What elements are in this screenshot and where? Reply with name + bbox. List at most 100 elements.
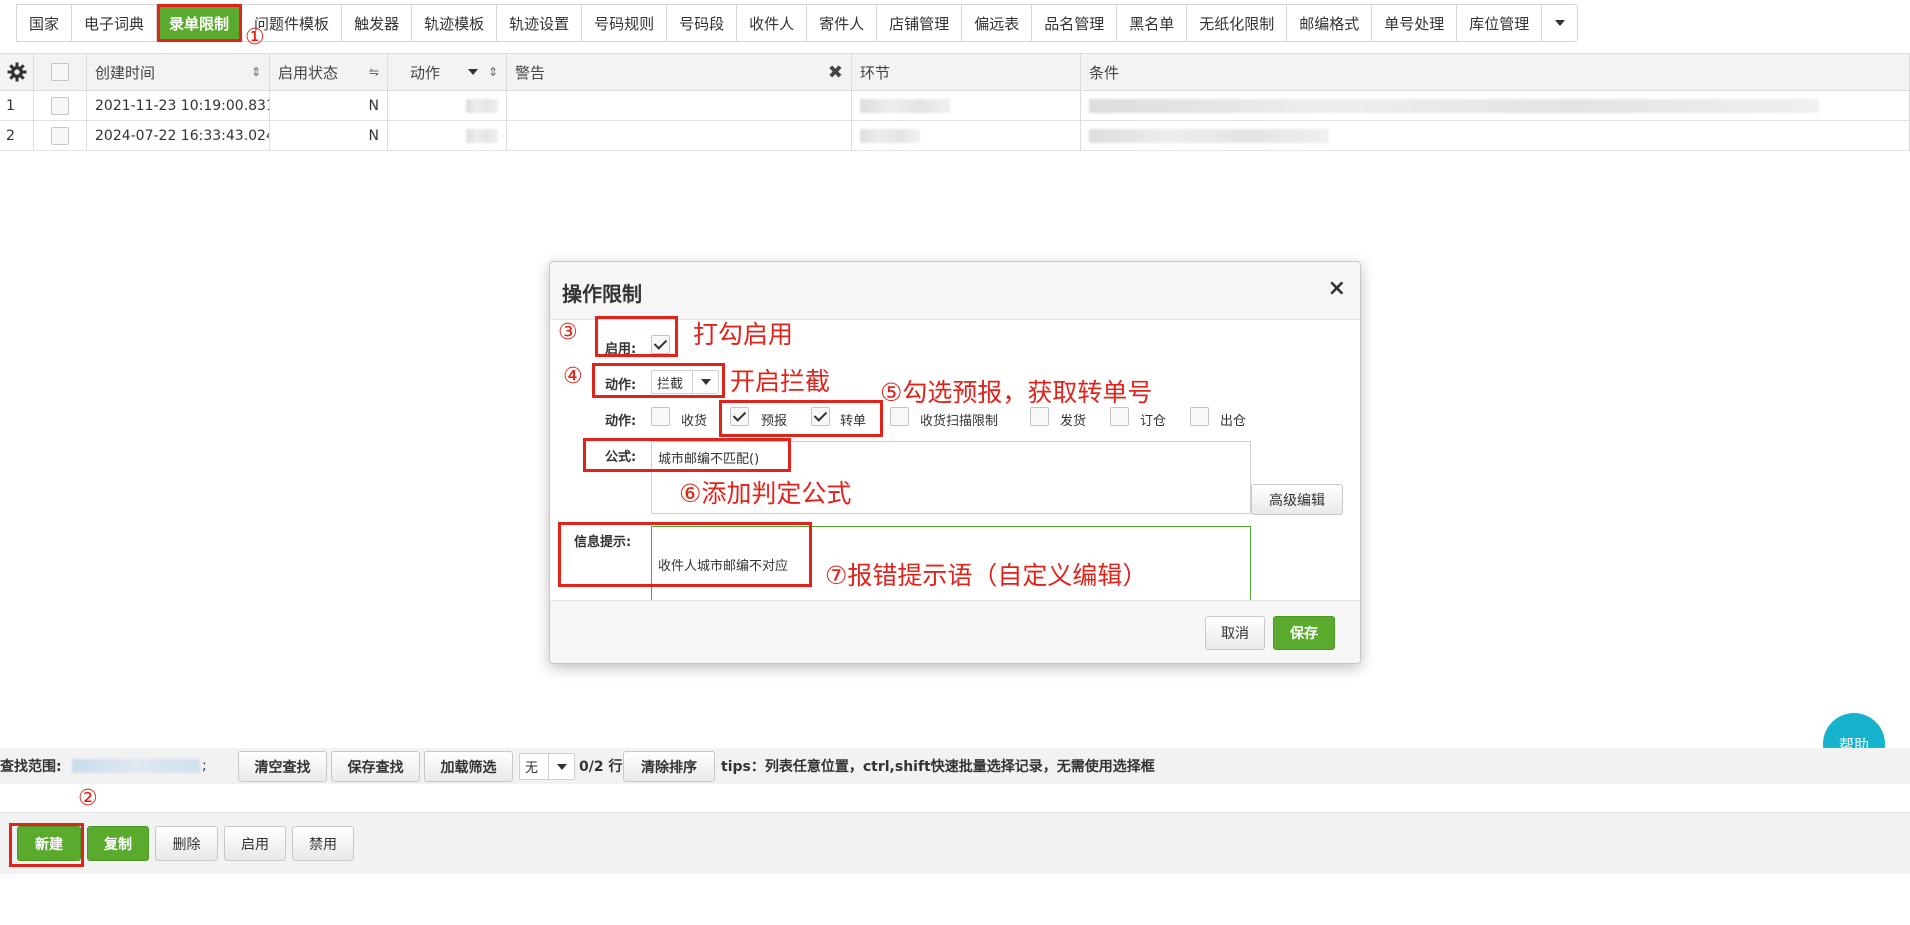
col-label: 动作 — [410, 63, 441, 82]
tab-number-rules[interactable]: 号码规则 — [582, 4, 668, 42]
cell-condition — [1081, 91, 1910, 120]
select-all-cell — [34, 54, 87, 90]
col-action[interactable]: 动作 ⇕ — [388, 54, 507, 90]
cell-condition — [1081, 121, 1910, 150]
transfer-checkbox[interactable] — [811, 407, 830, 426]
sort-icon[interactable]: ⇕ — [251, 65, 261, 79]
cell-stage — [852, 91, 1081, 120]
annotation-note-3: 打勾启用 — [693, 320, 794, 349]
save-search-button[interactable]: 保存查找 — [331, 751, 420, 782]
action-select[interactable]: 拦截 — [651, 370, 719, 394]
tab-store-management[interactable]: 店铺管理 — [877, 4, 963, 42]
table-row[interactable]: 2 2024-07-22 16:33:43.024 N — [0, 121, 1910, 151]
row-checkbox[interactable] — [51, 126, 69, 145]
new-button[interactable]: 新建 — [17, 826, 81, 861]
action-bar: 新建 复制 删除 启用 禁用 — [0, 812, 1910, 874]
col-stage[interactable]: 环节 — [852, 54, 1081, 90]
cell-warning — [507, 91, 852, 120]
dialog-footer: 取消 保存 — [550, 600, 1360, 663]
tab-remote-table[interactable]: 偏远表 — [962, 4, 1033, 42]
col-enabled-status[interactable]: 启用状态 ⇋ — [270, 54, 388, 90]
tab-entry-restriction[interactable]: 录单限制 — [157, 4, 243, 42]
redacted-text — [72, 759, 200, 773]
tab-product-name[interactable]: 品名管理 — [1032, 4, 1118, 42]
row-select-cell — [34, 121, 87, 150]
dropdown-arrow[interactable] — [692, 371, 718, 393]
cell-action — [388, 121, 507, 150]
redacted-text — [860, 128, 920, 143]
annotation-note-6: ⑥添加判定公式 — [679, 479, 852, 508]
chevron-down-icon — [556, 763, 567, 770]
col-warning[interactable]: 警告 ✖ — [507, 54, 852, 90]
table-row[interactable]: 1 2021-11-23 10:19:00.831 N — [0, 91, 1910, 121]
tab-recipient[interactable]: 收件人 — [737, 4, 808, 42]
cell-created-time: 2024-07-22 16:33:43.024 — [87, 121, 270, 150]
clear-sort-button[interactable]: 清除排序 — [623, 751, 715, 782]
action-label: 动作: — [605, 378, 637, 393]
tab-sender[interactable]: 寄件人 — [807, 4, 878, 42]
receive-scan-restrict-option-label: 收货扫描限制 — [920, 414, 999, 429]
row-checkbox[interactable] — [51, 96, 69, 115]
save-button[interactable]: 保存 — [1273, 616, 1335, 650]
advanced-edit-button[interactable]: 高级编辑 — [1251, 484, 1343, 515]
disable-button[interactable]: 禁用 — [292, 826, 354, 861]
col-created-time[interactable]: 创建时间 ⇕ — [87, 54, 270, 90]
tab-blacklist[interactable]: 黑名单 — [1117, 4, 1188, 42]
outbound-option-label: 出仓 — [1220, 414, 1247, 429]
close-icon[interactable]: × — [1328, 276, 1346, 301]
enable-checkbox[interactable] — [651, 335, 670, 354]
filter-select-value: 无 — [525, 761, 539, 776]
annotation-step-1: ① — [245, 25, 265, 50]
tab-postcode-format[interactable]: 邮编格式 — [1287, 4, 1373, 42]
more-tabs-button[interactable] — [1542, 4, 1579, 42]
tab-paperless-restriction[interactable]: 无纸化限制 — [1187, 4, 1288, 42]
dialog-header: 操作限制 × — [550, 262, 1360, 320]
search-scope-label: 查找范围: — [0, 759, 62, 775]
enable-button[interactable]: 启用 — [224, 826, 286, 861]
load-filter-button[interactable]: 加载筛选 — [424, 751, 513, 782]
receive-checkbox[interactable] — [651, 407, 670, 426]
action-select-value: 拦截 — [657, 376, 684, 392]
copy-button[interactable]: 复制 — [87, 826, 149, 861]
formula-value: 城市邮编不匹配() — [658, 452, 760, 467]
outbound-checkbox[interactable] — [1190, 407, 1209, 426]
cancel-button[interactable]: 取消 — [1205, 616, 1265, 650]
clear-search-button[interactable]: 清空查找 — [238, 751, 327, 782]
enable-label: 启用: — [605, 342, 637, 357]
booking-checkbox[interactable] — [1110, 407, 1129, 426]
row-number: 1 — [0, 91, 34, 120]
col-label: 环节 — [860, 63, 891, 82]
tab-number-range[interactable]: 号码段 — [667, 4, 738, 42]
chevron-down-icon — [1554, 20, 1565, 26]
ship-checkbox[interactable] — [1030, 407, 1049, 426]
tab-e-dictionary[interactable]: 电子词典 — [72, 4, 158, 42]
cell-enabled-status: N — [270, 121, 388, 150]
col-label: 创建时间 — [95, 63, 156, 82]
operation-restriction-dialog: 操作限制 × 启用: 动作: 拦截 动作: 收货 预报 转单 收货扫描限制 发货… — [549, 261, 1361, 664]
col-condition[interactable]: 条件 — [1081, 54, 1910, 90]
chevron-down-icon[interactable] — [467, 69, 478, 75]
annotation-step-3: ③ — [558, 320, 578, 345]
clear-column-icon[interactable]: ✖ — [828, 62, 843, 83]
row-count: 0/2 行 — [579, 759, 623, 775]
filter-select[interactable]: 无 — [519, 753, 575, 780]
tab-location-management[interactable]: 库位管理 — [1457, 4, 1543, 42]
tab-track-template[interactable]: 轨迹模板 — [412, 4, 498, 42]
formula-label: 公式: — [605, 450, 637, 465]
grid-settings-button[interactable] — [0, 54, 34, 90]
sort-icon[interactable]: ⇕ — [488, 65, 498, 79]
select-all-checkbox[interactable] — [51, 63, 69, 81]
forecast-option-label: 预报 — [761, 414, 788, 429]
filter-icon[interactable]: ⇋ — [369, 65, 379, 79]
cell-created-time: 2021-11-23 10:19:00.831 — [87, 91, 270, 120]
receive-scan-restrict-checkbox[interactable] — [890, 407, 909, 426]
grid-header: 创建时间 ⇕ 启用状态 ⇋ 动作 ⇕ 警告 ✖ 环节 条件 — [0, 53, 1910, 91]
tab-country[interactable]: 国家 — [16, 4, 73, 42]
dropdown-arrow[interactable] — [548, 754, 574, 779]
delete-button[interactable]: 删除 — [155, 826, 218, 861]
action-types-label: 动作: — [605, 414, 637, 429]
tab-track-settings[interactable]: 轨迹设置 — [497, 4, 583, 42]
tab-number-processing[interactable]: 单号处理 — [1372, 4, 1458, 42]
tab-trigger[interactable]: 触发器 — [342, 4, 413, 42]
forecast-checkbox[interactable] — [730, 407, 749, 426]
